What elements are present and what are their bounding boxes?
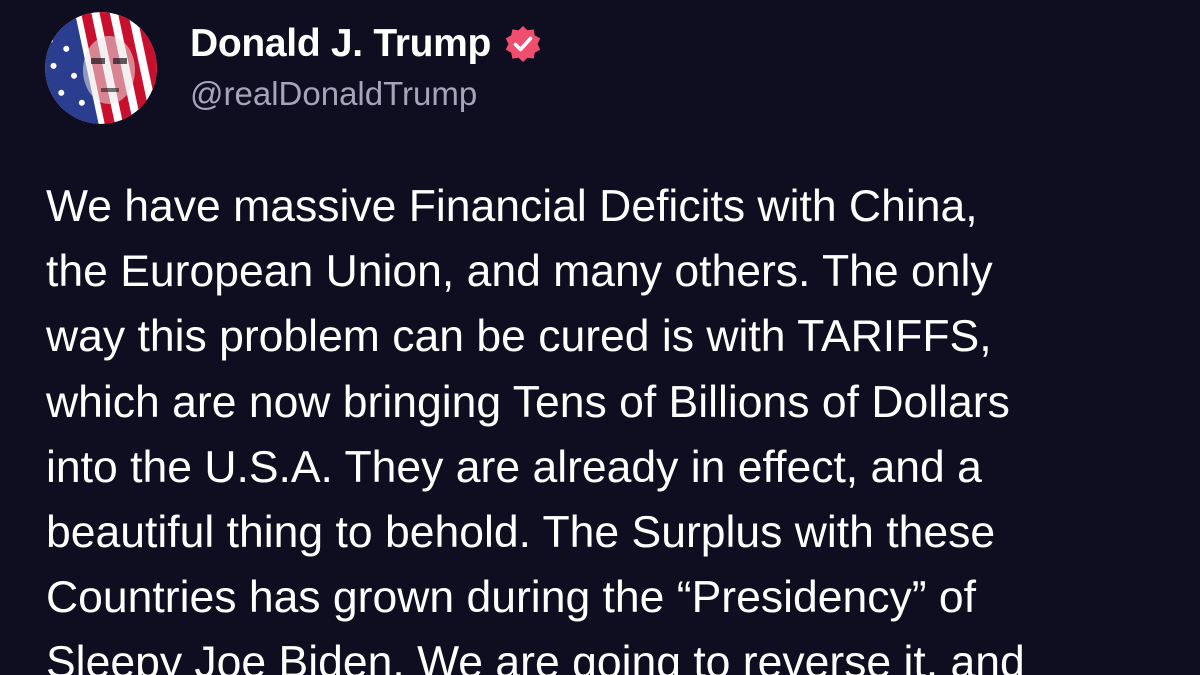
post-body-line: the European Union, and many others. The… <box>46 247 993 297</box>
post-header: Donald J. Trump @realDonaldTrump <box>45 12 543 124</box>
post-body-line: We have massive Financial Deficits with … <box>46 182 978 231</box>
post-body: We have massive Financial Deficits with … <box>46 174 1166 675</box>
post-body-line: beautiful thing to behold. The Surplus w… <box>46 508 996 558</box>
author-display-name[interactable]: Donald J. Trump <box>190 22 491 66</box>
post-body-line: which are now bringing Tens of Billions … <box>46 377 1010 427</box>
post-body-line: Countries has grown during the “Presiden… <box>46 573 977 623</box>
author-handle[interactable]: @realDonaldTrump <box>190 75 543 113</box>
author-info: Donald J. Trump @realDonaldTrump <box>190 15 543 113</box>
post-body-line: way this problem can be cured is with TA… <box>46 312 992 362</box>
post-card: Donald J. Trump @realDonaldTrump We have… <box>0 0 1200 675</box>
post-body-line: Sleepy Joe Biden. We are going to revers… <box>46 638 1025 675</box>
avatar[interactable] <box>45 12 157 124</box>
avatar-flag-portrait-icon <box>45 12 157 124</box>
author-name-row: Donald J. Trump <box>190 15 543 73</box>
verified-badge-icon <box>505 26 541 62</box>
post-body-line: into the U.S.A. They are already in effe… <box>46 442 982 492</box>
